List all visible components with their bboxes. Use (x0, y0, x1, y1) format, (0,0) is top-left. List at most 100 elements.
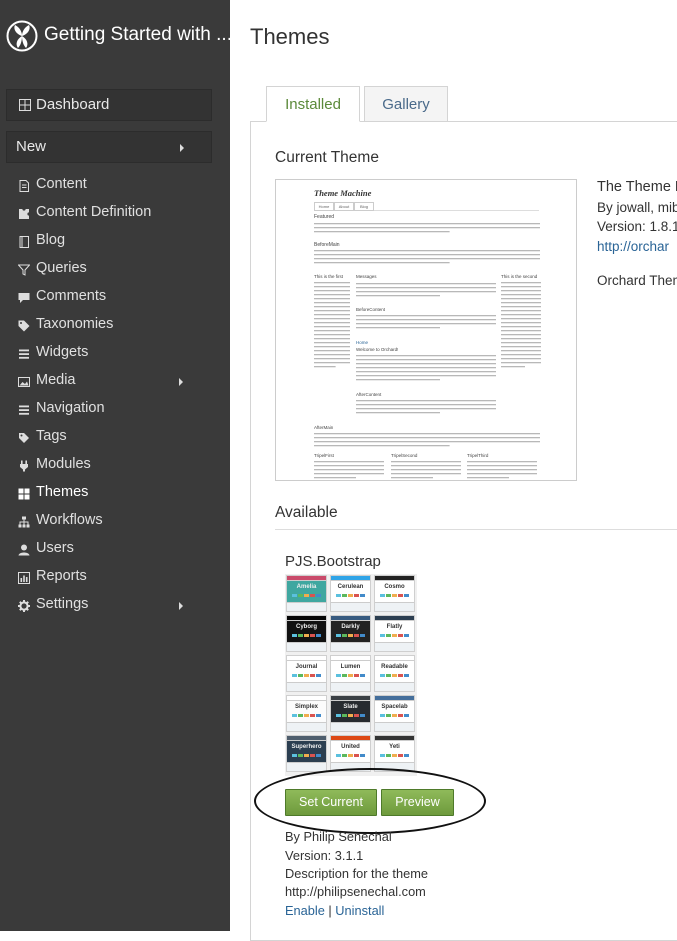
sidebar-item-media[interactable]: Media (0, 368, 230, 396)
sidebar-item-comments[interactable]: Comments (0, 284, 230, 312)
sidebar-item-content-definition[interactable]: Content Definition (0, 200, 230, 228)
preview-text-line (501, 330, 541, 332)
current-theme-preview: Theme Machine Home About Blog Featured B… (275, 179, 577, 481)
chevron-right-icon (179, 602, 183, 610)
sidebar-item-label: Widgets (36, 344, 89, 360)
preview-text-line (314, 441, 540, 443)
preview-text-line (314, 286, 350, 288)
current-theme-version: Version: 1.8.1 (597, 219, 677, 234)
orchard-logo-icon (6, 20, 38, 52)
swatch-lumen: Lumen (330, 655, 371, 692)
sidebar-item-label: Navigation (36, 400, 105, 416)
sidebar-item-label: Tags (36, 428, 67, 444)
preview-text-line (314, 223, 540, 225)
preview-text-line (501, 310, 541, 312)
sidebar-item-label: Themes (36, 484, 89, 500)
preview-text-line (467, 473, 537, 475)
site-title: Getting Started with ... (44, 24, 232, 45)
current-theme-heading: Current Theme (275, 149, 379, 166)
available-theme-url-link[interactable]: http://philipsenechal.com (285, 884, 426, 899)
book-icon (19, 236, 29, 248)
sidebar-item-tags[interactable]: Tags (0, 424, 230, 452)
swatch-label: Readable (381, 664, 408, 670)
preview-text-line (501, 282, 541, 284)
enable-link[interactable]: Enable (285, 903, 325, 918)
preview-text-line (314, 227, 540, 229)
swatch-label: Slate (343, 704, 358, 710)
preview-text-line (314, 330, 350, 332)
sidebar-item-queries[interactable]: Queries (0, 256, 230, 284)
sidebar-item-navigation[interactable]: Navigation (0, 396, 230, 424)
grid-icon (18, 488, 30, 500)
current-theme-description: Orchard Them (597, 273, 677, 288)
swatch-spacelab: Spacelab (374, 695, 415, 732)
available-theme-author: By Philip Senechal (285, 829, 392, 844)
swatch-label: Darkly (341, 624, 360, 630)
sidebar-item-users[interactable]: Users (0, 536, 230, 564)
sidebar-item-widgets[interactable]: Widgets (0, 340, 230, 368)
current-theme-url-link[interactable]: http://orchar (597, 239, 669, 254)
preview-text-line (314, 445, 450, 447)
preview-button[interactable]: Preview (381, 789, 454, 816)
swatch-yeti: Yeti (374, 735, 415, 772)
tab-installed[interactable]: Installed (266, 86, 360, 122)
sidebar-item-taxonomies[interactable]: Taxonomies (0, 312, 230, 340)
preview-text-line (314, 250, 540, 252)
preview-text-line (467, 461, 537, 463)
swatch-cerulean: Cerulean (330, 575, 371, 612)
preview-text-line (314, 350, 350, 352)
swatch-label: Lumen (340, 664, 361, 670)
swatch-darkly: Darkly (330, 615, 371, 652)
dashboard-label: Dashboard (36, 96, 110, 113)
preview-text-line (314, 314, 350, 316)
sidebar-item-label: Reports (36, 568, 87, 584)
preview-text-line (501, 290, 541, 292)
preview-text-line (314, 231, 450, 233)
available-theme-description: Description for the theme (285, 866, 428, 881)
set-current-button[interactable]: Set Current (285, 789, 377, 816)
preview-text-line (314, 302, 350, 304)
sidebar-item-label: Content Definition (36, 204, 152, 220)
new-menu-button[interactable]: New (6, 131, 212, 163)
swatch-journal: Journal (286, 655, 327, 692)
sidebar-item-label: Comments (36, 288, 107, 304)
preview-text-line (467, 477, 509, 479)
preview-text-line (314, 318, 350, 320)
brand-header[interactable]: Getting Started with ... (0, 0, 232, 72)
preview-text-line (356, 367, 496, 369)
gear-icon (18, 600, 30, 612)
available-theme-version: Version: 3.1.1 (285, 848, 364, 863)
sidebar-item-modules[interactable]: Modules (0, 452, 230, 480)
new-label: New (16, 138, 47, 155)
preview-text-line (501, 306, 541, 308)
sidebar-item-workflows[interactable]: Workflows (0, 508, 230, 536)
sidebar-item-reports[interactable]: Reports (0, 564, 230, 592)
preview-text-line (314, 254, 540, 256)
sidebar-item-themes[interactable]: Themes (0, 480, 230, 508)
image-icon (18, 377, 30, 387)
preview-text-line (501, 314, 541, 316)
preview-text-line (356, 355, 496, 357)
preview-text-line (501, 294, 541, 296)
tab-gallery[interactable]: Gallery (364, 86, 448, 122)
sidebar-item-label: Modules (36, 456, 91, 472)
preview-text-line (501, 362, 541, 364)
current-theme-author: By jowall, mib (597, 200, 677, 215)
swatch-label: Amelia (296, 584, 317, 590)
preview-text-line (314, 262, 450, 264)
sidebar-item-settings[interactable]: Settings (0, 592, 230, 620)
uninstall-link[interactable]: Uninstall (335, 903, 384, 918)
page-title: Themes (250, 24, 330, 49)
preview-text-lines (314, 223, 541, 479)
preview-text-line (314, 326, 350, 328)
available-theme-name: PJS.Bootstrap (285, 553, 381, 570)
swatch-label: Journal (295, 664, 318, 670)
dashboard-button[interactable]: Dashboard (6, 89, 212, 121)
preview-text-line (501, 326, 541, 328)
sidebar-item-content[interactable]: Content (0, 172, 230, 200)
preview-text-line (314, 282, 350, 284)
document-icon (19, 180, 29, 192)
preview-text-line (501, 318, 541, 320)
sidebar-item-blog[interactable]: Blog (0, 228, 230, 256)
swatch-label: Superhero (291, 744, 322, 750)
